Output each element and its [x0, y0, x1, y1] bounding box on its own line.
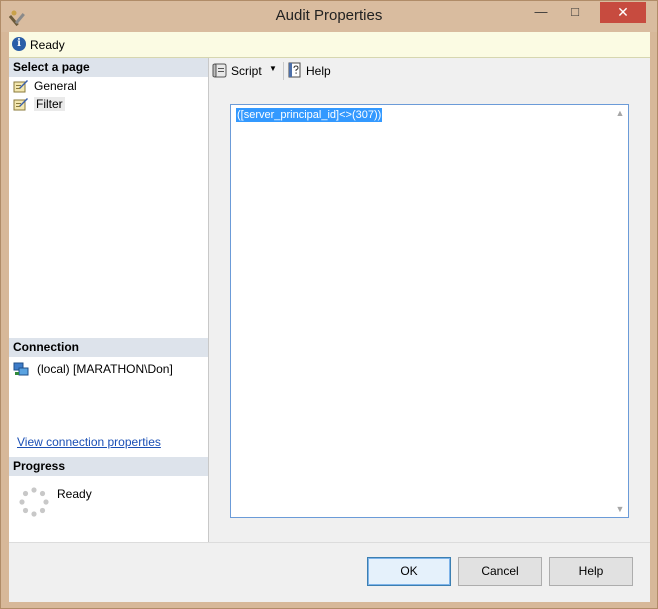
ok-button[interactable]: OK: [367, 557, 451, 586]
help-button[interactable]: Help: [549, 557, 633, 586]
connection-header: Connection: [9, 338, 208, 357]
dialog-client: i Ready Select a page General Filter Con…: [9, 32, 650, 602]
cancel-button[interactable]: Cancel: [458, 557, 542, 586]
page-item-label: General: [34, 79, 77, 93]
server-connection-icon: [13, 362, 29, 376]
dialog-footer: OK Cancel Help: [9, 542, 650, 602]
connection-server: (local) [MARATHON\Don]: [13, 360, 173, 378]
left-pane: Select a page General Filter Connection …: [9, 58, 209, 542]
page-icon: [13, 98, 28, 111]
window-title: Audit Properties: [275, 7, 383, 24]
progress-spinner-icon: [19, 487, 49, 517]
page-item-label: Filter: [34, 97, 65, 111]
info-icon: i: [12, 37, 26, 51]
status-text: Ready: [30, 38, 65, 52]
filter-editor[interactable]: ([server_principal_id]<>(307)) ▲ ▼: [230, 104, 629, 518]
minimize-button[interactable]: —: [527, 2, 555, 23]
connection-server-text: (local) [MARATHON\Don]: [37, 362, 173, 376]
page-item-filter[interactable]: Filter: [13, 95, 65, 113]
view-connection-properties-link[interactable]: View connection properties: [17, 435, 161, 449]
script-icon: [212, 63, 227, 78]
status-bar: i Ready: [9, 32, 650, 58]
audit-properties-window: Audit Properties — □ ✕ i Ready Select a …: [0, 0, 658, 609]
filter-text[interactable]: ([server_principal_id]<>(307)): [236, 108, 383, 122]
toolbar: Script ▼ Help: [209, 58, 650, 84]
close-button[interactable]: ✕: [600, 2, 646, 23]
title-bar[interactable]: Audit Properties — □ ✕: [1, 1, 657, 32]
progress-status: Ready: [57, 487, 92, 501]
script-dropdown-arrow-icon[interactable]: ▼: [269, 64, 277, 73]
page-icon: [13, 80, 28, 93]
select-page-header: Select a page: [9, 58, 208, 77]
help-book-icon: [288, 62, 301, 78]
toolbar-help-button[interactable]: Help: [287, 62, 331, 80]
page-item-general[interactable]: General: [13, 77, 77, 95]
script-button[interactable]: Script: [212, 62, 262, 80]
editor-scrollbar[interactable]: ▲ ▼: [612, 105, 628, 517]
maximize-button[interactable]: □: [561, 2, 589, 23]
scroll-up-icon[interactable]: ▲: [612, 105, 628, 121]
scroll-down-icon[interactable]: ▼: [612, 501, 628, 517]
progress-header: Progress: [9, 457, 208, 476]
toolbar-help-label: Help: [306, 64, 331, 78]
toolbar-separator: [283, 62, 284, 80]
script-label: Script: [231, 64, 262, 78]
right-pane: Script ▼ Help ([server_principal_id]<>(3…: [209, 58, 650, 542]
